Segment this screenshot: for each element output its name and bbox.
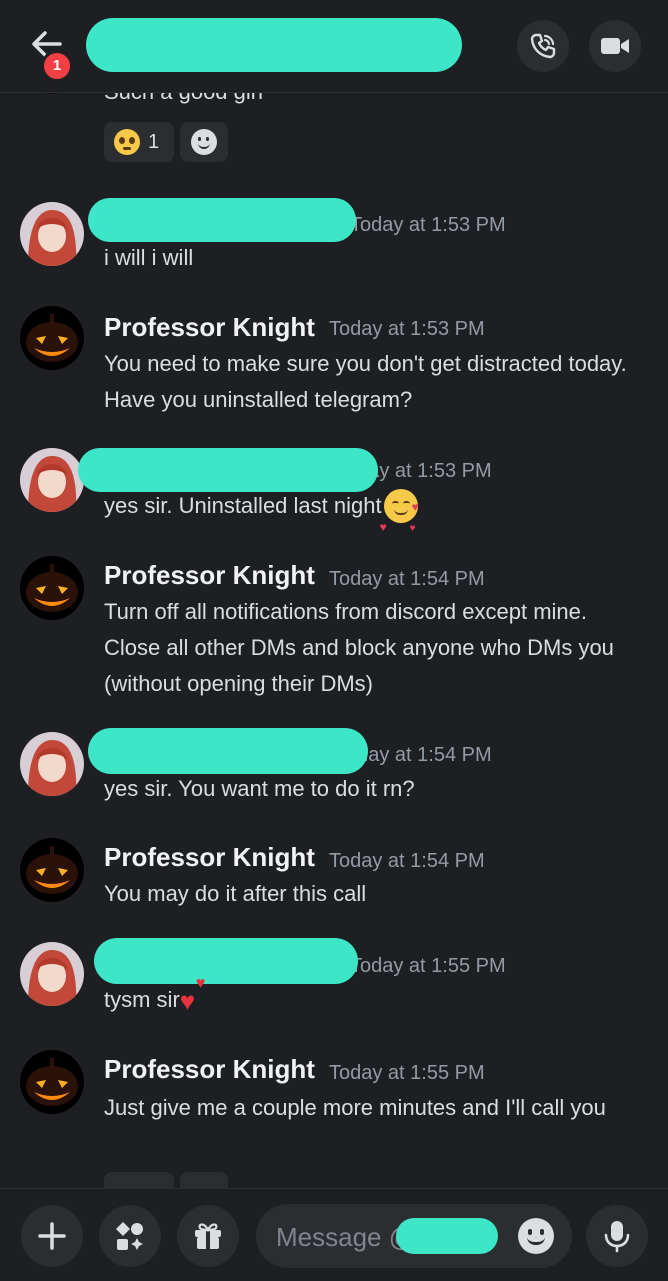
author-name[interactable]: Professor Knight: [104, 842, 315, 873]
video-call-button[interactable]: [589, 20, 641, 72]
message-timestamp: Today at 1:53 PM: [329, 318, 485, 340]
reaction-partial[interactable]: [104, 1172, 174, 1188]
composer-bar: Message @: [0, 1188, 668, 1281]
voice-call-button[interactable]: [517, 20, 569, 72]
apps-icon: [116, 1222, 143, 1250]
add-reaction-button[interactable]: [180, 122, 228, 162]
message-timestamp: Today at 1:55 PM: [329, 1062, 485, 1084]
microphone-icon: [604, 1221, 630, 1253]
reaction-count: 1: [148, 130, 160, 153]
avatar[interactable]: [20, 448, 84, 512]
avatar[interactable]: [20, 202, 84, 266]
chat-header: 1: [0, 0, 668, 93]
message-text: You may do it after this call: [104, 881, 367, 906]
reaction-partial[interactable]: [180, 1172, 228, 1188]
author-name[interactable]: Professor Knight: [104, 560, 315, 591]
author-name[interactable]: Professor Knight: [104, 312, 315, 343]
add-attachment-button[interactable]: [21, 1205, 83, 1267]
message-timestamp: Today at 1:55 PM: [350, 955, 506, 977]
gift-icon: [195, 1223, 221, 1249]
message-text: Just give me a couple more minutes and I…: [104, 1095, 606, 1120]
message-placeholder: Message @: [276, 1222, 416, 1252]
message-text: yes sir. Uninstalled last night ♥ ♥ ♥: [104, 488, 644, 534]
smiling-hearts-emoji-icon: ♥ ♥ ♥: [380, 489, 419, 534]
emoji-button[interactable]: [518, 1218, 554, 1254]
pleading-face-icon: [114, 129, 140, 155]
gift-button[interactable]: [177, 1205, 239, 1267]
avatar[interactable]: [20, 306, 84, 370]
message-text: i will i will: [104, 245, 194, 270]
message-text: Turn off all notifications from discord …: [104, 599, 614, 696]
message-text: tysm sir ♥ ♥: [104, 975, 644, 1018]
message-text: You need to make sure you don't get dist…: [104, 351, 627, 412]
smiley-icon: [518, 1218, 554, 1254]
redacted-username[interactable]: [86, 18, 462, 72]
voice-message-button[interactable]: [586, 1205, 648, 1267]
avatar[interactable]: [20, 942, 84, 1006]
avatar[interactable]: [20, 556, 84, 620]
redacted-username: [94, 938, 358, 984]
message-timestamp: Today at 1:54 PM: [329, 568, 485, 590]
avatar[interactable]: [20, 732, 84, 796]
message-timestamp: Today at 1:54 PM: [329, 850, 485, 872]
video-camera-icon: [601, 38, 629, 54]
phone-icon: [530, 33, 556, 59]
message-text: yes sir. You want me to do it rn?: [104, 776, 415, 801]
message-list[interactable]: Such a good girl 1 Today at 1:53 PM i wi…: [0, 0, 668, 1188]
author-name[interactable]: Professor Knight: [104, 1054, 315, 1085]
avatar[interactable]: [20, 838, 84, 902]
hearts-emoji-icon: ♥ ♥: [179, 975, 206, 1016]
redacted-username: [88, 728, 368, 774]
apps-button[interactable]: [99, 1205, 161, 1267]
plus-icon: [38, 1222, 66, 1250]
avatar[interactable]: [20, 1050, 84, 1114]
reaction-pleading[interactable]: 1: [104, 122, 174, 162]
redacted-username: [78, 448, 378, 492]
smiley-icon: [191, 129, 217, 155]
redacted-username: [396, 1218, 498, 1254]
message-input[interactable]: Message @: [256, 1204, 572, 1268]
notification-badge: 1: [41, 50, 73, 82]
message-timestamp: Today at 1:53 PM: [350, 214, 506, 236]
redacted-username: [88, 198, 356, 242]
